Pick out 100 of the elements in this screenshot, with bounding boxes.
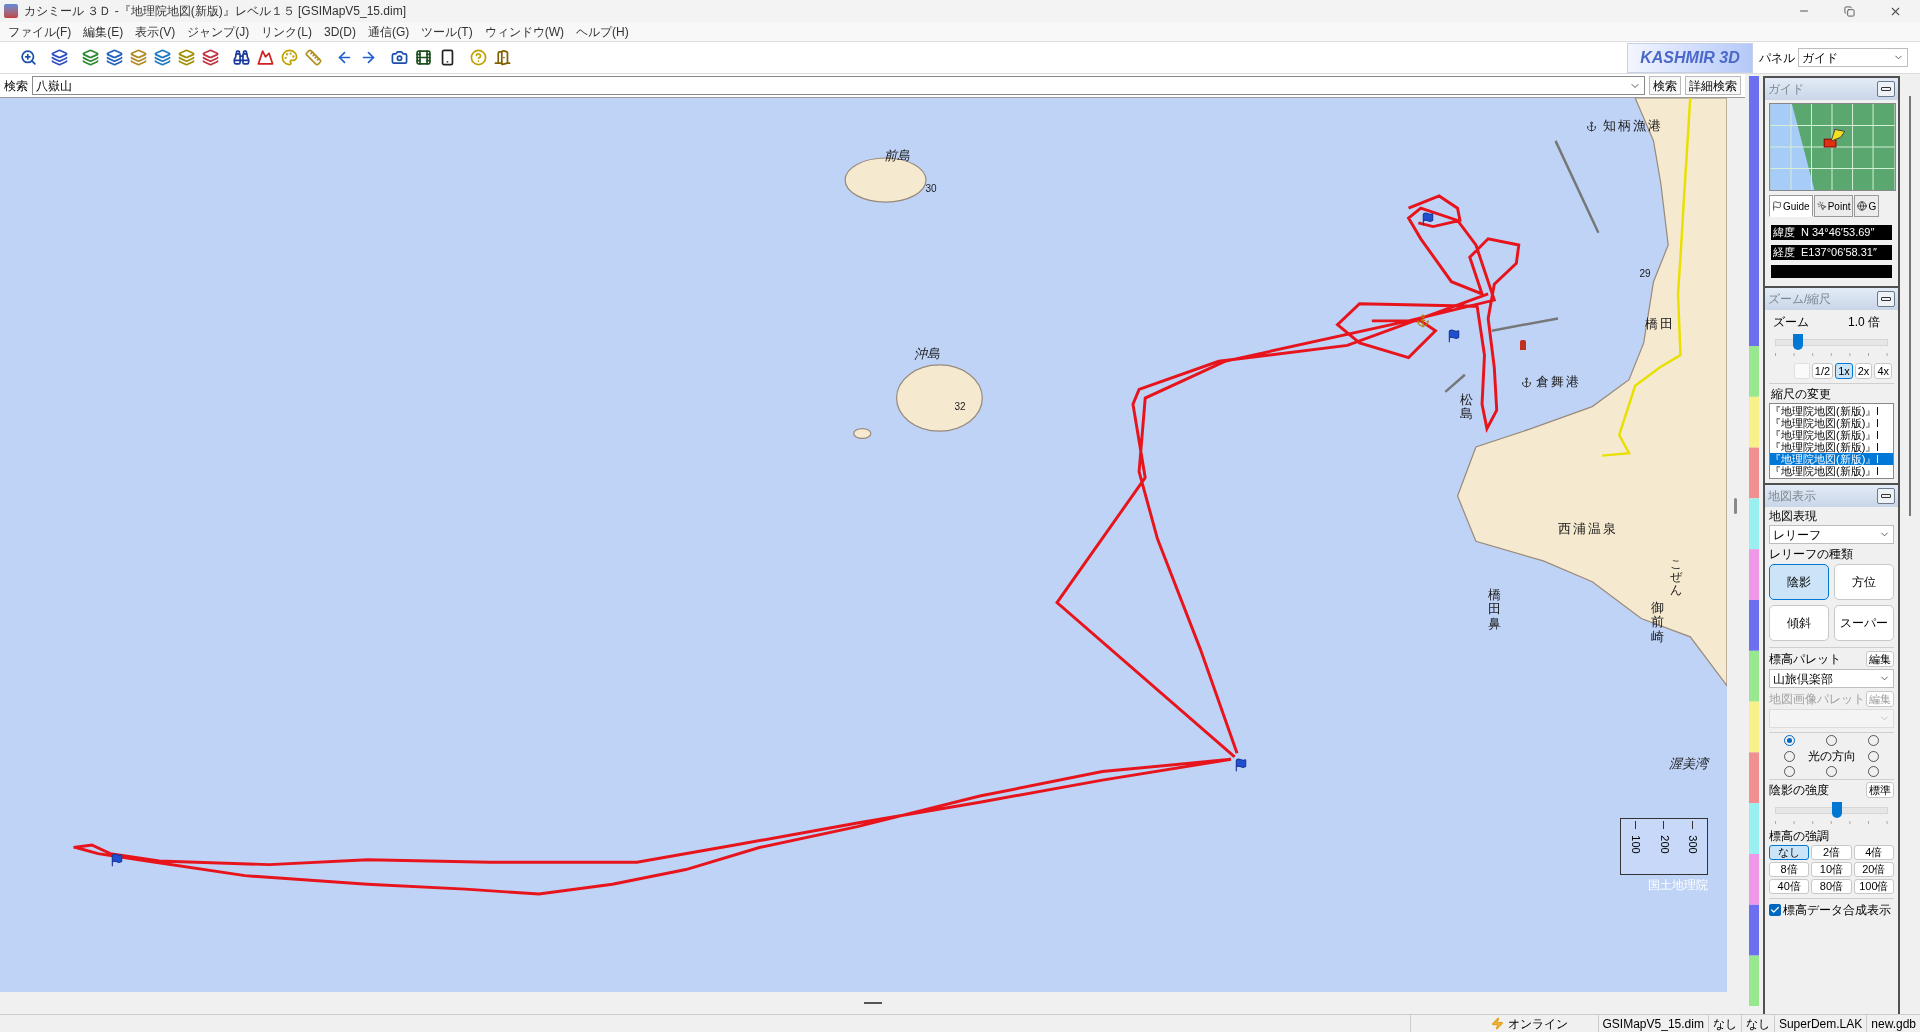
checkbox-label: 標高データ合成表示 xyxy=(1783,902,1891,919)
map-label: 32 xyxy=(954,399,966,414)
map-label: 29 xyxy=(1639,266,1651,281)
zoom-button[interactable]: 2x xyxy=(1854,363,1873,379)
scale-list-item[interactable]: 『地理院地図(新版)』l xyxy=(1770,465,1893,477)
zoom-button[interactable]: 4x xyxy=(1874,363,1892,379)
emphasis-button[interactable]: 40倍 xyxy=(1769,879,1810,894)
relief-button[interactable]: 方位 xyxy=(1834,564,1894,600)
menu-item[interactable]: ヘルプ(H) xyxy=(576,22,629,41)
scale-list[interactable]: 『地理院地図(新版)』l 『地理院地図(新版)』l 『地理院地図(新版)』l 『地理院地図(新版)』l 『地理院地図(新版)』l 『地理院地図(新版)』l xyxy=(1769,403,1894,479)
panel-tab[interactable]: Guide xyxy=(1769,195,1813,217)
emphasis-button[interactable]: 20倍 xyxy=(1853,862,1894,877)
scale-list-item[interactable]: 『地理院地図(新版)』l xyxy=(1770,441,1893,453)
map-credit: 国土地理院 xyxy=(1648,877,1708,894)
splitter-handle[interactable] xyxy=(863,1002,882,1004)
mountain-icon[interactable] xyxy=(257,49,274,66)
scale-list-item[interactable]: 『地理院地図(新版)』l xyxy=(1770,417,1893,429)
menu-item[interactable]: 編集(E) xyxy=(83,22,124,41)
menu-item[interactable]: リンク(L) xyxy=(261,22,312,41)
panel-title: ガイド xyxy=(1768,81,1804,98)
binoculars-icon[interactable] xyxy=(233,49,250,66)
scale-list-item[interactable]: 『地理院地図(新版)』l xyxy=(1770,429,1893,441)
window-title: カシミール ３Ｄ -『地理院地図(新版)』レベル１５ [GSIMapV5_15.dim] xyxy=(24,3,407,20)
zoom-button[interactable]: 1x xyxy=(1835,363,1853,379)
film-icon[interactable] xyxy=(415,49,432,66)
map-label: 御前崎 xyxy=(1650,600,1664,644)
palette-select[interactable]: 山旅倶楽部 xyxy=(1769,669,1894,688)
zoom-label: ズーム xyxy=(1773,314,1809,331)
emphasis-button[interactable]: 2倍 xyxy=(1811,845,1852,860)
scale-list-item[interactable]: 『地理院地図(新版)』l xyxy=(1770,453,1893,465)
slider-thumb[interactable] xyxy=(1832,802,1843,818)
search-button[interactable]: 詳細検索 xyxy=(1685,76,1741,95)
style-select[interactable]: レリーフ xyxy=(1769,525,1894,544)
zoom-icon[interactable] xyxy=(20,49,37,66)
checkbox[interactable] xyxy=(1769,904,1781,916)
emphasis-button[interactable]: 8倍 xyxy=(1769,862,1810,877)
flag-icon[interactable] xyxy=(1447,329,1461,343)
minimize-panel-button[interactable] xyxy=(1877,81,1895,97)
coordinate-label: 経度 xyxy=(1773,245,1795,261)
light-direction-label: 光の方向 xyxy=(1807,748,1856,765)
search-button[interactable]: 検索 xyxy=(1649,76,1681,95)
panel-label: パネル xyxy=(1759,49,1795,67)
relief-button[interactable]: スーパー xyxy=(1834,605,1894,641)
layers-icon[interactable] xyxy=(82,49,99,66)
layers-icon[interactable] xyxy=(202,49,219,66)
flag-icon[interactable] xyxy=(110,853,124,867)
ruler-icon[interactable] xyxy=(305,49,322,66)
palette-label: 標高パレット xyxy=(1769,651,1841,668)
guide-map-drawing[interactable] xyxy=(1769,103,1896,191)
relief-button[interactable]: 傾斜 xyxy=(1769,605,1829,641)
flag-icon[interactable] xyxy=(1421,212,1435,226)
panel-tab[interactable]: G xyxy=(1854,195,1880,217)
slider-thumb[interactable] xyxy=(1792,334,1803,350)
menu-item[interactable]: ジャンプ(J) xyxy=(187,22,250,41)
layers-icon[interactable] xyxy=(178,49,195,66)
menu-item[interactable]: 通信(G) xyxy=(368,22,410,41)
zoom-button[interactable]: 1/2 xyxy=(1811,363,1834,379)
layers-icon[interactable] xyxy=(154,49,171,66)
scrollbar-thumb[interactable] xyxy=(1734,498,1737,514)
map-label: 西浦温泉 xyxy=(1558,520,1618,539)
layers-icon[interactable] xyxy=(51,49,68,66)
panel-tab[interactable]: Point xyxy=(1813,195,1854,217)
zoom-slider[interactable] xyxy=(1775,334,1888,350)
map-label: 橋田 xyxy=(1645,315,1675,334)
menu-item[interactable]: ツール(T) xyxy=(421,22,473,41)
scale-list-item[interactable]: 『地理院地図(新版)』l xyxy=(1770,405,1893,417)
menu-item[interactable]: ウィンドウ(W) xyxy=(484,22,564,41)
search-field[interactable]: 八嶽山 xyxy=(32,76,1645,95)
emphasis-button[interactable]: 80倍 xyxy=(1811,879,1852,894)
relief-button[interactable]: 陰影 xyxy=(1769,564,1829,600)
exit-icon[interactable] xyxy=(494,49,511,66)
layers-icon[interactable] xyxy=(130,49,147,66)
minimize-panel-button[interactable] xyxy=(1877,488,1895,504)
standard-button[interactable]: 標準 xyxy=(1866,782,1894,798)
scale-label: 300 xyxy=(1687,835,1699,854)
menu-item[interactable]: ファイル(F) xyxy=(8,22,72,41)
device-icon[interactable] xyxy=(439,49,456,66)
scale-tick xyxy=(1692,821,1694,829)
emphasis-button[interactable]: なし xyxy=(1769,845,1810,860)
panel-title: 地図表示 xyxy=(1768,488,1816,505)
layers-icon[interactable] xyxy=(106,49,123,66)
status-text: なし xyxy=(1745,1015,1770,1032)
shade-slider[interactable] xyxy=(1775,802,1888,818)
shade-label: 陰影の強度 xyxy=(1769,782,1829,799)
emphasis-button[interactable]: 10倍 xyxy=(1811,862,1852,877)
emphasis-button[interactable]: 4倍 xyxy=(1853,845,1894,860)
restore-icon[interactable] xyxy=(1844,5,1855,17)
menu-item[interactable]: 3D(D) xyxy=(324,22,356,41)
edit-button[interactable]: 編集 xyxy=(1866,651,1894,667)
minimize-panel-button[interactable] xyxy=(1877,291,1895,307)
panel-title: ズーム/縮尺 xyxy=(1768,291,1832,308)
camera-icon[interactable] xyxy=(391,49,408,66)
panel-select[interactable]: ガイド xyxy=(1798,48,1908,67)
menu-item[interactable]: 表示(V) xyxy=(135,22,176,41)
coordinate-label: 緯度 xyxy=(1773,225,1795,241)
scrollbar-thumb[interactable] xyxy=(1909,96,1911,516)
emphasis-button[interactable]: 100倍 xyxy=(1853,879,1894,894)
map-view[interactable]: 前島 30 沖島 32 知柄漁港 倉舞港 29 橋田 松島 西浦温泉 橋田鼻 こぜん 御前崎 渥美湾 100 200 300 国土地理院 xyxy=(0,98,1727,992)
flag-icon[interactable] xyxy=(1234,758,1248,772)
anchor-icon xyxy=(1521,377,1532,388)
